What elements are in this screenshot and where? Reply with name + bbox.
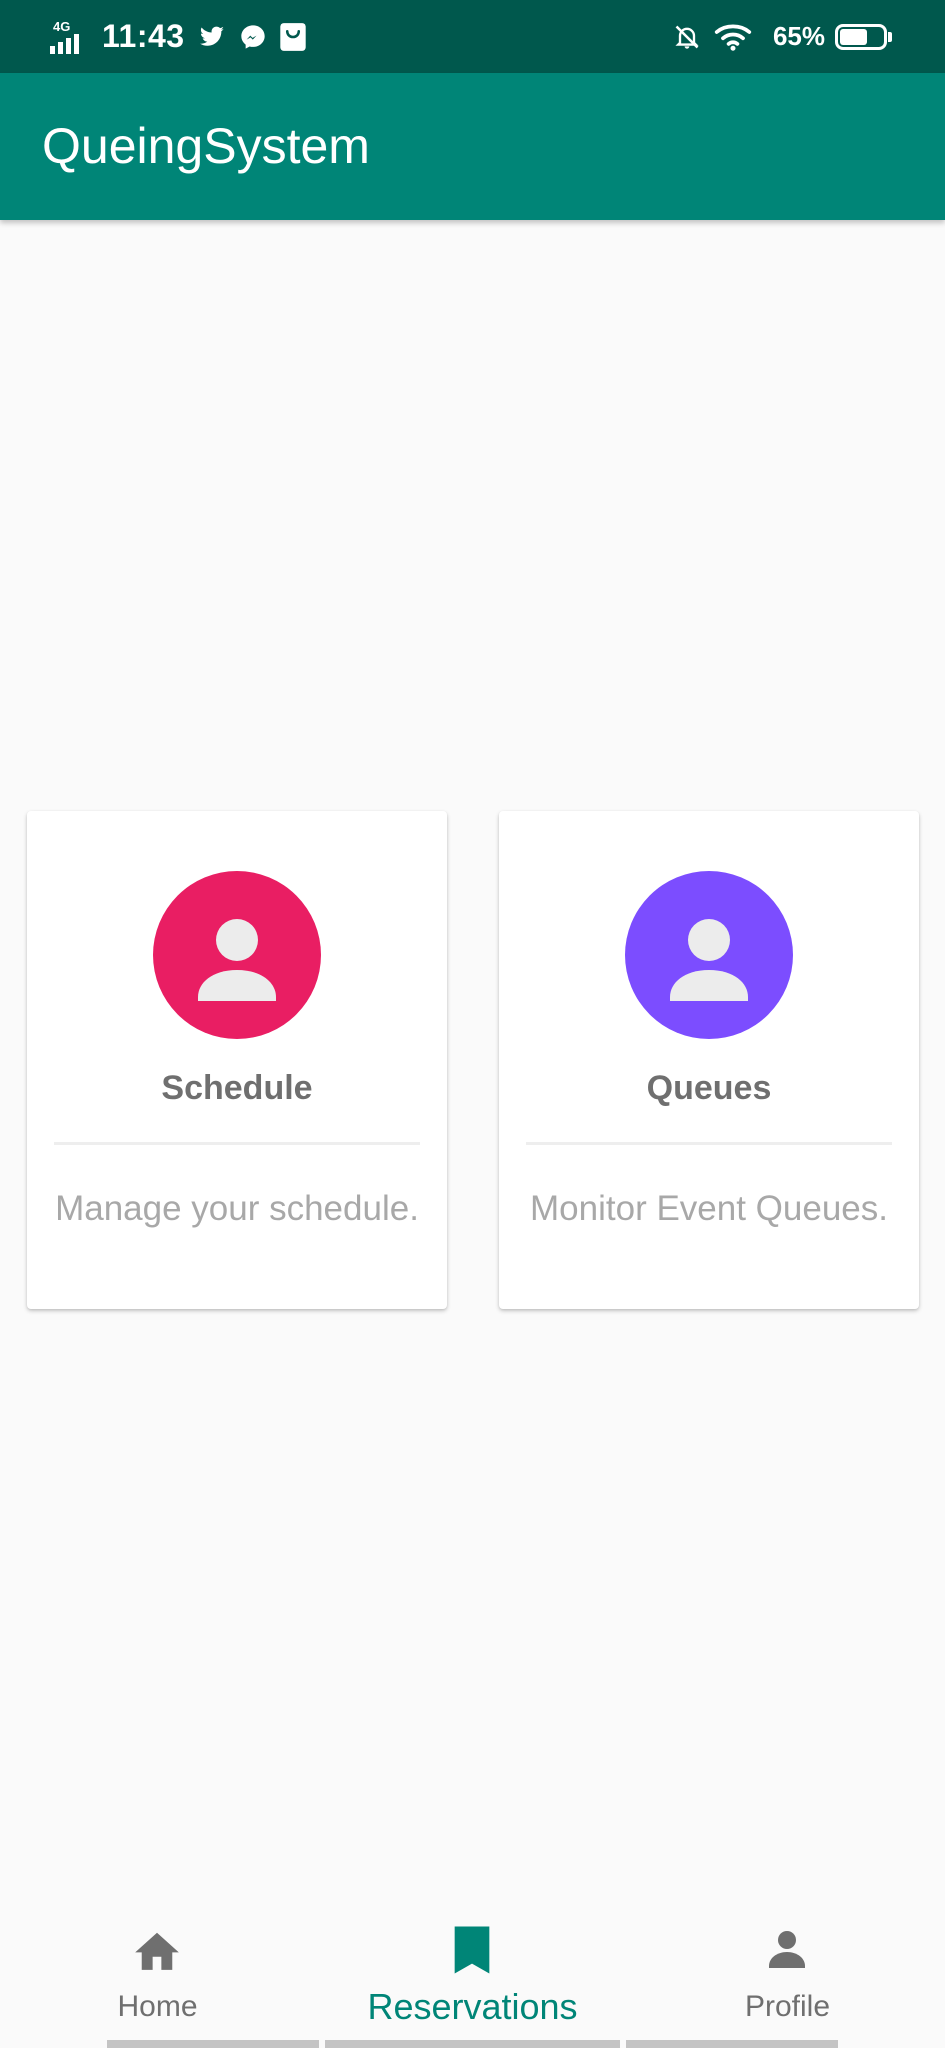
- app-bar: QueingSystem: [0, 73, 945, 220]
- gesture-bar: [626, 2040, 838, 2048]
- network-type: 4G: [53, 18, 71, 34]
- nav-label-reservations: Reservations: [367, 1986, 578, 2027]
- card-divider: [526, 1142, 892, 1145]
- status-bar-right: 65%: [673, 0, 893, 73]
- queues-card[interactable]: Queues Monitor Event Queues.: [499, 811, 919, 1309]
- status-bar-left: 4G 11:43: [50, 0, 319, 73]
- queues-avatar: [625, 871, 793, 1039]
- nav-item-home[interactable]: Home: [0, 1900, 315, 2048]
- nav-item-profile[interactable]: Profile: [630, 1900, 945, 2048]
- battery-icon: [835, 23, 893, 50]
- wifi-icon: [714, 24, 752, 51]
- messenger-icon: [240, 24, 265, 49]
- schedule-card[interactable]: Schedule Manage your schedule.: [27, 811, 447, 1309]
- person-icon: [670, 919, 748, 1001]
- cellular-signal-icon: 4G: [50, 20, 92, 54]
- status-bar: 4G 11:43 65%: [0, 0, 945, 73]
- schedule-avatar: [153, 871, 321, 1039]
- shopping-bag-icon: [279, 22, 306, 51]
- card-divider: [54, 1142, 420, 1145]
- card-title: Schedule: [161, 1069, 313, 1107]
- card-description: Monitor Event Queues.: [530, 1189, 888, 1228]
- nav-item-reservations[interactable]: Reservations: [315, 1900, 630, 2048]
- gesture-bar: [107, 2040, 319, 2048]
- bottom-navigation: Home Reservations Profile: [0, 1900, 945, 2048]
- status-time: 11:43: [102, 18, 185, 54]
- person-icon: [198, 919, 276, 1001]
- nav-label-profile: Profile: [744, 1990, 831, 2023]
- card-title: Queues: [646, 1069, 772, 1107]
- bookmark-icon: [454, 1926, 490, 1974]
- gesture-bar: [325, 2040, 620, 2048]
- twitter-icon: [199, 26, 224, 46]
- person-icon: [769, 1931, 805, 1968]
- home-icon: [135, 1932, 179, 1970]
- nav-label-home: Home: [117, 1990, 198, 2023]
- app-title: QueingSystem: [42, 118, 370, 174]
- battery-percentage: 65%: [772, 21, 825, 51]
- notifications-off-icon: [675, 25, 699, 49]
- card-description: Manage your schedule.: [55, 1189, 419, 1228]
